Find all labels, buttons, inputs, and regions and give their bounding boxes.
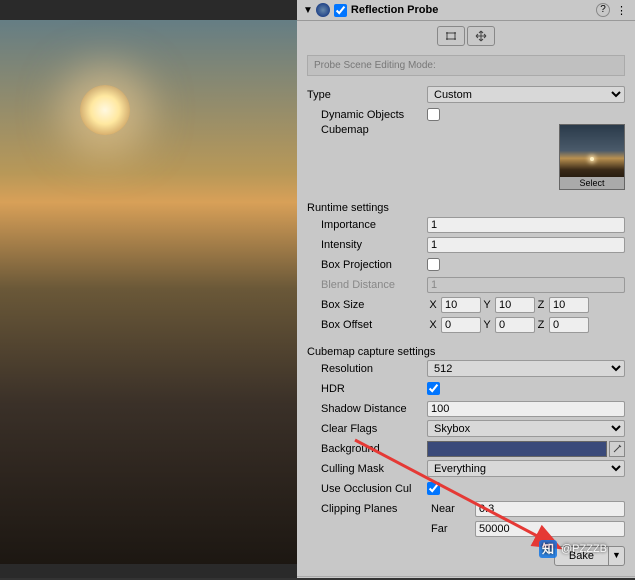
blend-distance-field [427, 277, 625, 293]
x-label: X [427, 299, 441, 311]
box-projection-checkbox[interactable] [427, 258, 440, 271]
shadow-distance-label: Shadow Distance [321, 403, 427, 415]
box-size-y-field[interactable] [495, 297, 535, 313]
z-label: Z [535, 319, 549, 331]
eyedropper-icon [612, 444, 622, 454]
intensity-field[interactable] [427, 237, 625, 253]
use-occlusion-label: Use Occlusion Cul [321, 483, 427, 495]
far-field[interactable] [475, 521, 625, 537]
editing-mode-label: Probe Scene Editing Mode: [307, 55, 625, 76]
y-label: Y [481, 319, 495, 331]
resolution-dropdown[interactable]: 512 [427, 360, 625, 377]
eyedropper-button[interactable] [609, 441, 625, 457]
runtime-section-label: Runtime settings [307, 202, 441, 214]
scene-view[interactable] [0, 0, 297, 578]
fold-toggle-icon[interactable]: ▼ [303, 5, 313, 16]
cubemap-select-label: Select [560, 177, 624, 189]
background-color-field[interactable] [427, 441, 607, 457]
bounds-icon [444, 30, 458, 42]
component-menu-icon[interactable]: ⋮ [613, 4, 629, 17]
box-offset-x-field[interactable] [441, 317, 481, 333]
bake-dropdown-button[interactable]: ▼ [609, 546, 625, 566]
box-size-label: Box Size [321, 299, 427, 311]
culling-mask-dropdown[interactable]: Everything [427, 460, 625, 477]
importance-field[interactable] [427, 217, 625, 233]
box-offset-z-field[interactable] [549, 317, 589, 333]
dynamic-objects-label: Dynamic Objects [321, 109, 427, 121]
hdr-checkbox[interactable] [427, 382, 440, 395]
cubemap-thumbnail-icon [590, 157, 594, 161]
resolution-label: Resolution [321, 363, 427, 375]
scene-statusbar [0, 564, 297, 578]
far-label: Far [427, 523, 475, 535]
clear-flags-dropdown[interactable]: Skybox [427, 420, 625, 437]
box-projection-label: Box Projection [321, 259, 427, 271]
hdr-label: HDR [321, 383, 427, 395]
component-header: ▼ Reflection Probe ? ⋮ [297, 0, 635, 21]
cubemap-label: Cubemap [321, 124, 427, 136]
edit-origin-button[interactable] [467, 26, 495, 46]
intensity-label: Intensity [321, 239, 427, 251]
culling-mask-label: Culling Mask [321, 463, 427, 475]
scene-sun-icon [80, 85, 130, 135]
importance-label: Importance [321, 219, 427, 231]
background-label: Background [321, 443, 427, 455]
near-field[interactable] [475, 501, 625, 517]
component-title: Reflection Probe [351, 4, 596, 16]
component-enable-checkbox[interactable] [334, 4, 347, 17]
blend-distance-label: Blend Distance [321, 279, 427, 291]
edit-bounds-button[interactable] [437, 26, 465, 46]
reflection-probe-icon [316, 3, 330, 17]
capture-section-label: Cubemap capture settings [307, 346, 487, 358]
y-label: Y [481, 299, 495, 311]
z-label: Z [535, 299, 549, 311]
clipping-planes-label: Clipping Planes [321, 503, 427, 515]
box-size-z-field[interactable] [549, 297, 589, 313]
use-occlusion-checkbox[interactable] [427, 482, 440, 495]
type-dropdown[interactable]: Custom [427, 86, 625, 103]
move-icon [474, 30, 488, 42]
box-offset-y-field[interactable] [495, 317, 535, 333]
bake-button[interactable]: Bake [554, 546, 609, 566]
probe-edit-toolbar [297, 21, 635, 51]
dynamic-objects-checkbox[interactable] [427, 108, 440, 121]
near-label: Near [427, 503, 475, 515]
box-offset-label: Box Offset [321, 319, 427, 331]
cubemap-object-field[interactable]: Select [559, 124, 625, 190]
x-label: X [427, 319, 441, 331]
help-icon[interactable]: ? [596, 3, 610, 17]
box-size-x-field[interactable] [441, 297, 481, 313]
clear-flags-label: Clear Flags [321, 423, 427, 435]
scene-toolbar [0, 0, 297, 20]
type-label: Type [307, 89, 427, 101]
shadow-distance-field[interactable] [427, 401, 625, 417]
inspector-panel: ▼ Reflection Probe ? ⋮ Probe Scene Editi… [297, 0, 635, 578]
